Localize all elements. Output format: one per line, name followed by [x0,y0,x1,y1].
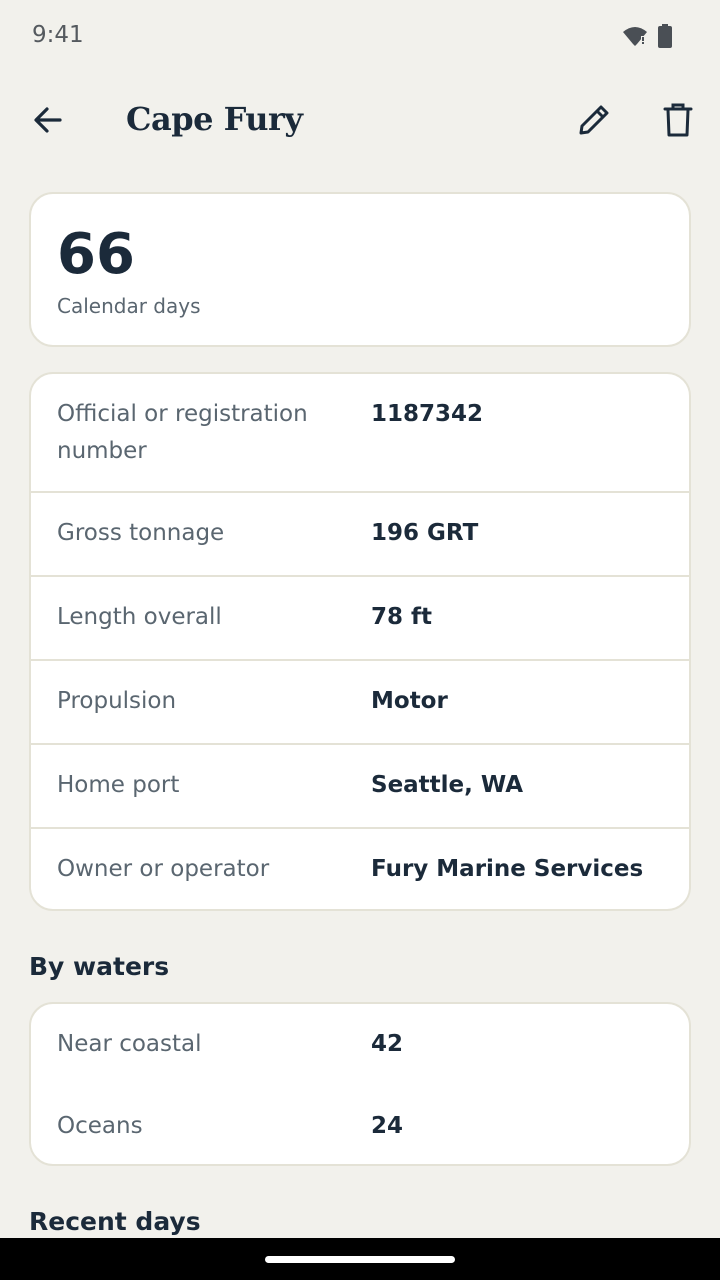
calendar-days-value: 66 [57,222,135,287]
system-navigation-bar [0,1238,720,1280]
detail-label: Official or registration number [57,401,308,464]
by-waters-heading: By waters [29,952,170,981]
battery-icon [658,24,672,52]
detail-value: 78 ft [371,604,433,630]
detail-row-registration-number: Official or registration number 1187342 [31,374,689,493]
edit-button[interactable] [570,98,618,146]
status-time: 9:41 [32,22,84,48]
waters-value: 42 [371,1031,404,1057]
detail-row-owner-operator: Owner or operator Fury Marine Services [31,829,689,909]
trash-icon [663,102,693,142]
vessel-detail-screen: 9:41 Cape Fury 66 Calendar days Official… [0,0,720,1280]
back-button[interactable] [24,98,72,146]
waters-value: 24 [371,1113,404,1139]
detail-label: Gross tonnage [57,520,225,546]
detail-value: 196 GRT [371,520,479,546]
detail-label: Owner or operator [57,856,270,882]
detail-value: Fury Marine Services [371,856,644,882]
app-bar: Cape Fury [0,80,720,164]
status-bar: 9:41 [0,0,720,72]
waters-label: Near coastal [57,1031,202,1057]
vessel-details-card: Official or registration number 1187342 … [29,372,691,911]
detail-row-propulsion: Propulsion Motor [31,661,689,745]
detail-row-home-port: Home port Seattle, WA [31,745,689,829]
detail-value: Seattle, WA [371,772,524,798]
recent-days-heading: Recent days [29,1207,201,1236]
detail-row-gross-tonnage: Gross tonnage 196 GRT [31,493,689,577]
page-title: Cape Fury [126,100,303,138]
waters-row-oceans: Oceans 24 [31,1086,689,1164]
home-indicator[interactable] [265,1256,455,1263]
detail-row-length-overall: Length overall 78 ft [31,577,689,661]
status-icons [622,24,672,52]
detail-label: Home port [57,772,180,798]
arrow-left-icon [32,104,64,140]
detail-value: 1187342 [371,401,484,427]
detail-value: Motor [371,688,448,714]
wifi-icon [622,25,648,51]
waters-label: Oceans [57,1113,143,1139]
detail-label: Propulsion [57,688,177,714]
pencil-icon [576,102,612,142]
calendar-days-card: 66 Calendar days [29,192,691,347]
detail-label: Length overall [57,604,222,630]
calendar-days-label: Calendar days [57,294,201,318]
waters-row-near-coastal: Near coastal 42 [31,1004,689,1086]
delete-button[interactable] [654,98,702,146]
by-waters-card: Near coastal 42 Oceans 24 [29,1002,691,1166]
